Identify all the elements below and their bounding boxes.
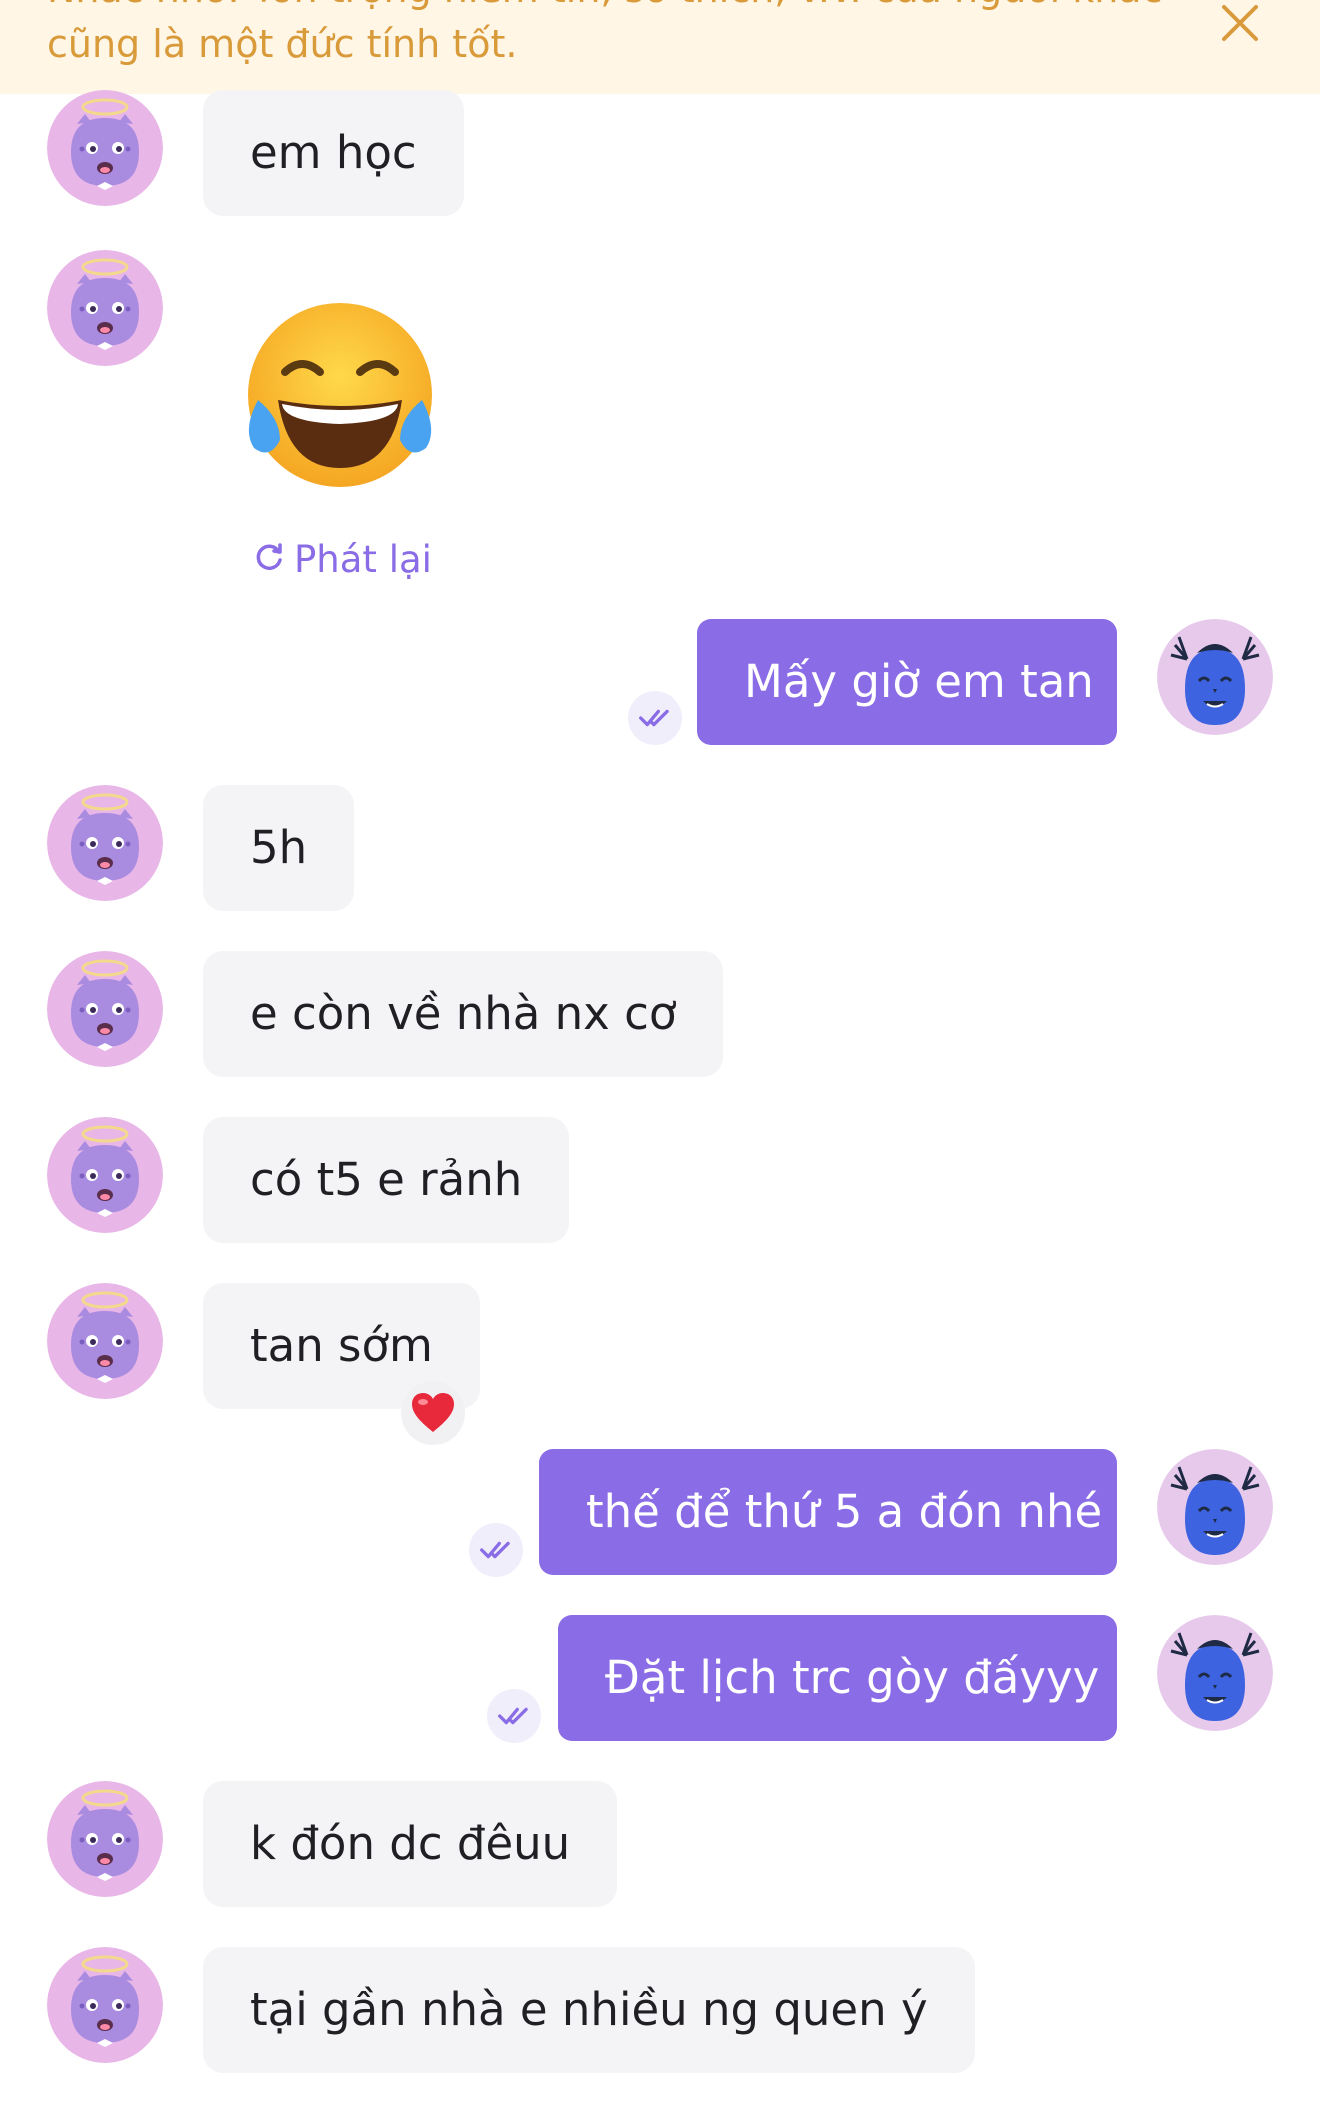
message-bubble[interactable]: Đặt lịch trc gòy đấyyy (558, 1615, 1117, 1741)
message-bubble[interactable]: 5h (203, 785, 355, 911)
message-bubble[interactable]: tại gần nhà e nhiều ng quen ý (203, 1947, 975, 2073)
avatar-icon[interactable] (47, 1781, 163, 1897)
message-incoming: tan sớm (0, 1283, 1320, 1453)
my-avatar-icon[interactable] (1157, 1615, 1273, 1731)
avatar-icon[interactable] (47, 250, 163, 366)
message-outgoing: Đặt lịch trc gòy đấyyy (0, 1615, 1320, 1745)
close-icon[interactable] (1210, 0, 1270, 46)
avatar-icon[interactable] (47, 1283, 163, 1399)
replay-label: Phát lại (294, 537, 432, 581)
message-sticker: Phát lại (0, 250, 1320, 590)
read-receipt-icon (487, 1689, 541, 1743)
message-incoming: 5h (0, 785, 1320, 911)
message-outgoing: thế để thứ 5 a đón nhé (0, 1449, 1320, 1579)
read-receipt-icon (469, 1523, 523, 1577)
replay-icon (252, 540, 286, 578)
message-bubble[interactable]: Mấy giờ em tan (697, 619, 1117, 745)
message-bubble[interactable]: em học (203, 90, 464, 216)
message-outgoing: Mấy giờ em tan (0, 619, 1320, 749)
message-incoming: có t5 e rảnh (0, 1117, 1320, 1243)
heart-reaction-icon[interactable] (401, 1381, 465, 1445)
avatar-icon[interactable] (47, 1117, 163, 1233)
avatar-icon[interactable] (47, 951, 163, 1067)
message-bubble[interactable]: e còn về nhà nx cơ (203, 951, 724, 1077)
replay-button[interactable]: Phát lại (252, 534, 432, 584)
reminder-text: Nhắc nhở: Tôn trọng niềm tin, sở thích, … (47, 0, 1163, 66)
avatar-icon[interactable] (47, 785, 163, 901)
message-bubble[interactable]: có t5 e rảnh (203, 1117, 570, 1243)
message-incoming: e còn về nhà nx cơ (0, 951, 1320, 1077)
message-incoming: tại gần nhà e nhiều ng quen ý (0, 1947, 1320, 2073)
message-bubble[interactable]: thế để thứ 5 a đón nhé (539, 1449, 1117, 1575)
avatar-icon[interactable] (47, 90, 163, 206)
my-avatar-icon[interactable] (1157, 619, 1273, 735)
reminder-banner: Nhắc nhở: Tôn trọng niềm tin, sở thích, … (0, 0, 1320, 94)
read-receipt-icon (628, 691, 682, 745)
avatar-icon[interactable] (47, 1947, 163, 2063)
laughing-emoji-sticker[interactable] (240, 300, 440, 490)
message-bubble[interactable]: k đón dc đêuu (203, 1781, 618, 1907)
my-avatar-icon[interactable] (1157, 1449, 1273, 1565)
message-incoming: em học (0, 90, 1320, 216)
message-incoming: k đón dc đêuu (0, 1781, 1320, 1907)
